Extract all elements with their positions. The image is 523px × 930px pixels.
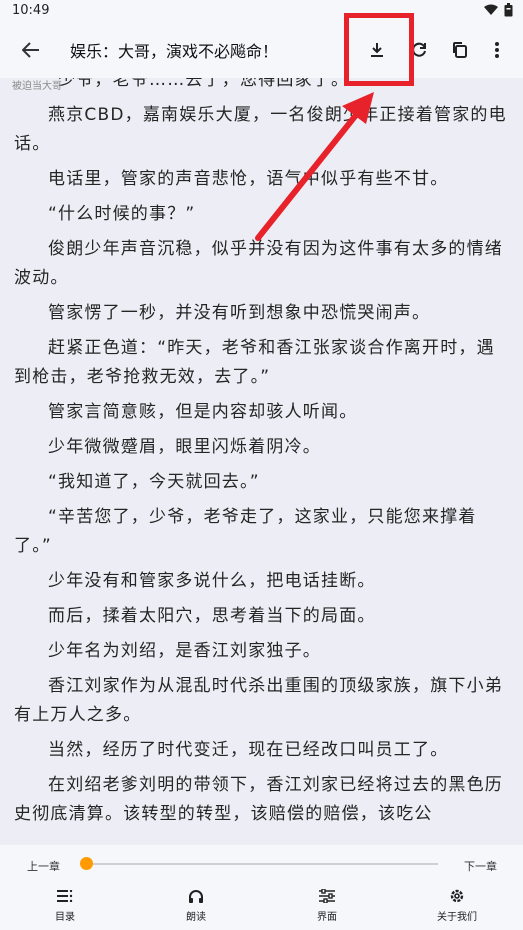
paragraph: 在刘绍老爹刘明的带领下，香江刘家已经将过去的黑色历史彻底清算。该转型的转型，该赔… — [14, 775, 503, 824]
copy-button[interactable] — [446, 36, 474, 64]
gear-icon — [450, 889, 464, 903]
more-vert-icon — [495, 42, 499, 58]
paragraph: 香江刘家作为从混乱时代杀出重围的顶级家族，旗下小弟有上万人之多。 — [14, 676, 503, 725]
next-chapter-button[interactable]: 下一章 — [464, 858, 497, 874]
back-button[interactable] — [18, 38, 44, 62]
book-subtitle: 被迫当大哥 — [12, 81, 62, 92]
sliders-icon — [319, 889, 335, 903]
progress-track[interactable] — [86, 863, 438, 865]
headphones-icon — [189, 889, 203, 903]
progress-thumb[interactable] — [79, 857, 93, 870]
nav-interface[interactable]: 界面 — [287, 887, 367, 923]
nav-label: 关于我们 — [437, 912, 477, 923]
more-button[interactable] — [483, 36, 511, 64]
highlight-box — [344, 13, 414, 86]
toc-icon — [57, 890, 73, 902]
wifi-icon — [484, 4, 498, 15]
status-icons — [484, 3, 513, 17]
paragraph: 当然，经历了时代变迁，现在已经改口叫员工了。 — [48, 740, 449, 760]
paragraph: “我知道了，今天就回去。” — [48, 472, 260, 492]
nav-label: 朗读 — [186, 912, 206, 923]
reader-bottom-bar: 上一章 下一章 目录 朗读 界面 关于我们 — [0, 845, 523, 930]
nav-toc[interactable]: 目录 — [25, 887, 105, 923]
paragraph: 而后，揉着太阳穴，思考着当下的局面。 — [48, 606, 376, 626]
battery-icon — [504, 3, 513, 17]
paragraph: 少年微微蹙眉，眼里闪烁着阴冷。 — [48, 437, 321, 457]
paragraph: 少年没有和管家多说什么，把电话挂断。 — [48, 571, 376, 591]
back-arrow-icon — [22, 42, 39, 58]
paragraph: 管家愣了一秒，并没有听到想象中恐慌哭闹声。 — [48, 303, 431, 323]
nav-read-aloud[interactable]: 朗读 — [156, 887, 236, 923]
nav-about[interactable]: 关于我们 — [417, 887, 497, 923]
status-time: 10:49 — [12, 3, 50, 18]
app-bar: 娱乐：大哥，演戏不必飚命！ — [0, 22, 523, 78]
status-bar: 10:49 — [0, 0, 523, 22]
copy-icon — [453, 42, 467, 58]
paragraph: 少年名为刘绍，是香江刘家独子。 — [48, 641, 321, 661]
paragraph: 管家言简意赅，但是内容却骇人听闻。 — [48, 402, 358, 422]
book-title: 娱乐：大哥，演戏不必飚命！ — [70, 42, 279, 61]
paragraph: 赶紧正色道：“昨天，老爷和香江张家谈合作离开时，遇到枪击，老爷抢救无效，去了。” — [14, 338, 495, 387]
annotation-arrow — [255, 92, 374, 241]
nav-label: 目录 — [55, 912, 75, 923]
nav-label: 界面 — [317, 912, 337, 923]
prev-chapter-button[interactable]: 上一章 — [27, 858, 60, 874]
paragraph: “辛苦您了，少爷，老爷走了，这家业，只能您来撑着了。” — [14, 507, 477, 556]
